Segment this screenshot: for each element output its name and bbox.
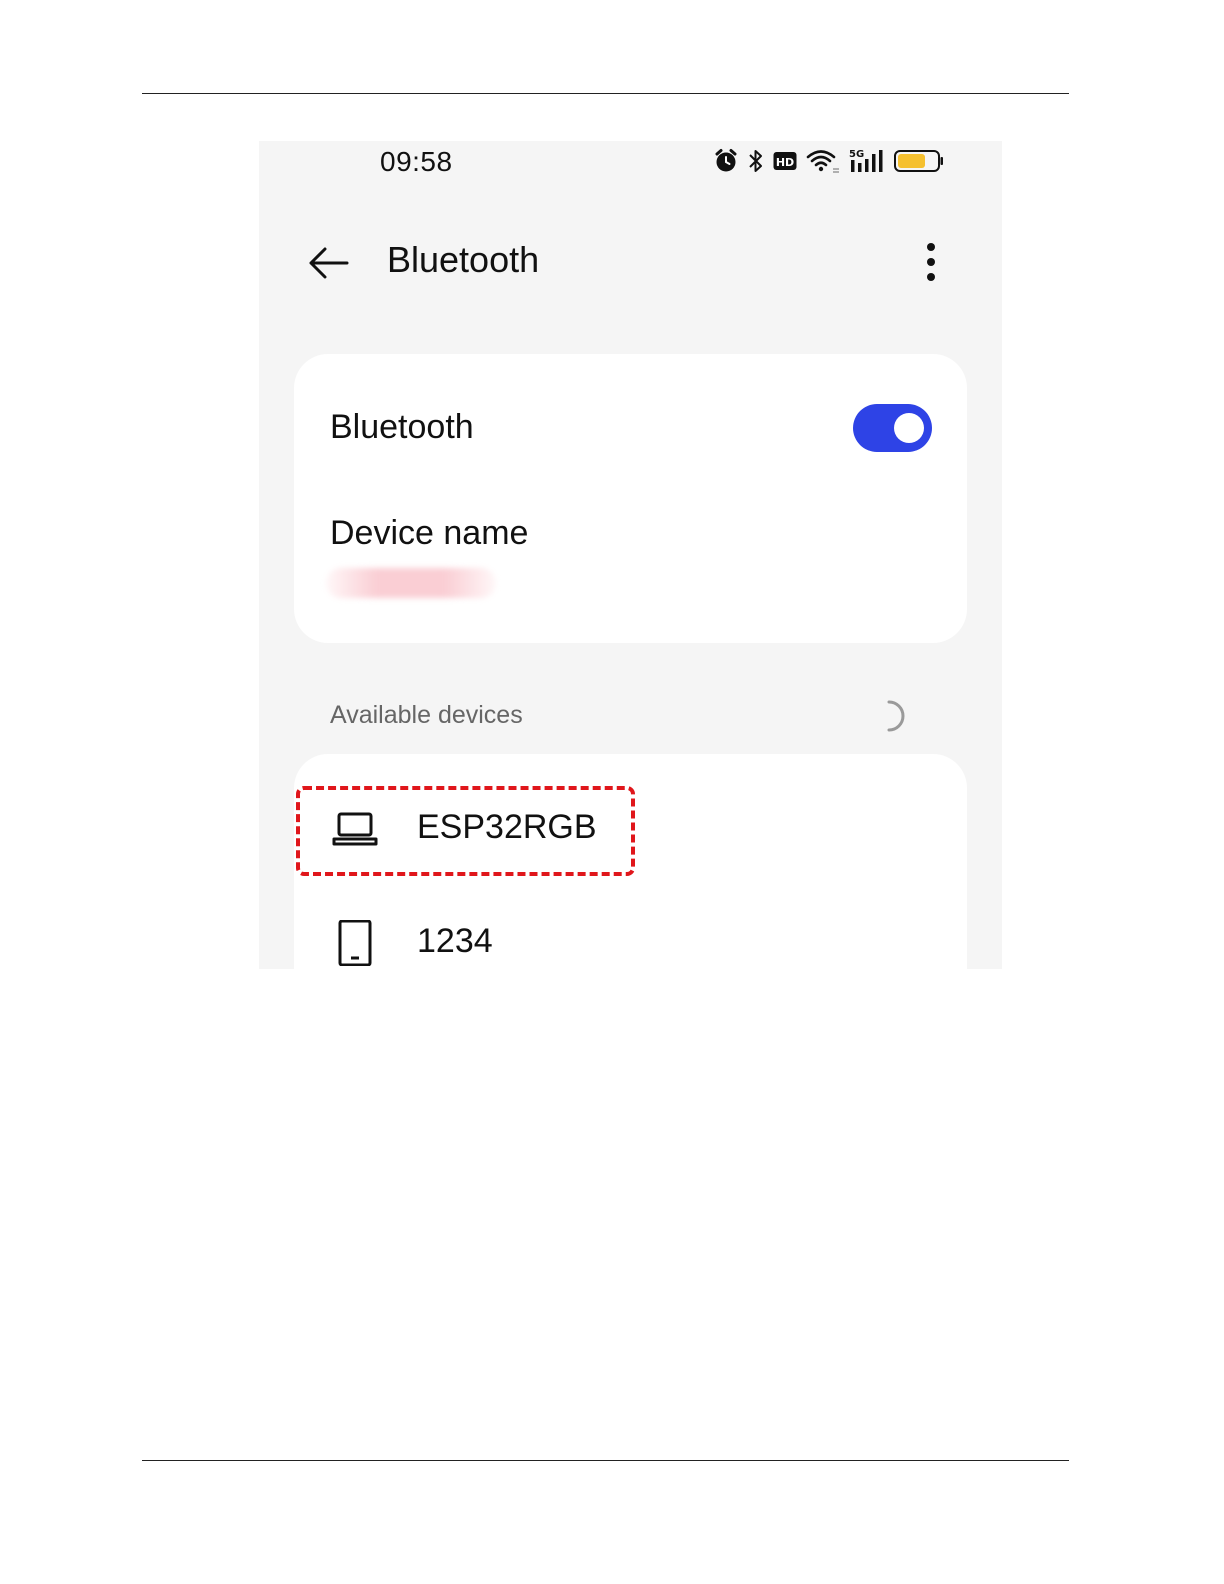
device-item-esp32rgb[interactable]: ESP32RGB [294,786,967,872]
alarm-icon [713,148,739,174]
phone-icon [332,919,378,967]
battery-icon [894,149,944,173]
bluetooth-toggle-label: Bluetooth [330,408,474,446]
available-devices-label: Available devices [330,701,523,729]
page-bottom-rule [142,1460,1069,1461]
hd-icon: HD [773,150,797,172]
back-arrow-icon[interactable] [307,243,351,283]
more-vert-icon[interactable] [919,241,943,285]
svg-text:5G: 5G [849,149,864,160]
laptop-icon [332,806,378,852]
bluetooth-icon [748,148,764,174]
bluetooth-settings-card: Bluetooth Device name [294,354,967,643]
status-time: 09:58 [380,146,453,177]
device-name: ESP32RGB [417,808,597,846]
device-name: 1234 [417,922,493,960]
svg-text:HD: HD [776,156,794,169]
scanning-spinner-icon [883,699,907,733]
page-title: Bluetooth [387,239,540,280]
available-devices-list: ESP32RGB 1234 [294,754,967,969]
status-icons: HD 5G [713,147,944,175]
device-item-1234[interactable]: 1234 [294,900,967,969]
device-name-value-redacted [326,568,496,598]
toggle-knob [894,413,924,443]
page-top-rule [142,93,1069,94]
phone-screenshot: 09:58 HD 5G Bluetooth Bluetooth Device n… [259,141,1002,969]
bluetooth-toggle[interactable] [853,404,932,452]
wifi-icon [806,148,840,174]
5g-signal-icon: 5G [849,148,885,174]
device-name-label[interactable]: Device name [330,514,528,553]
